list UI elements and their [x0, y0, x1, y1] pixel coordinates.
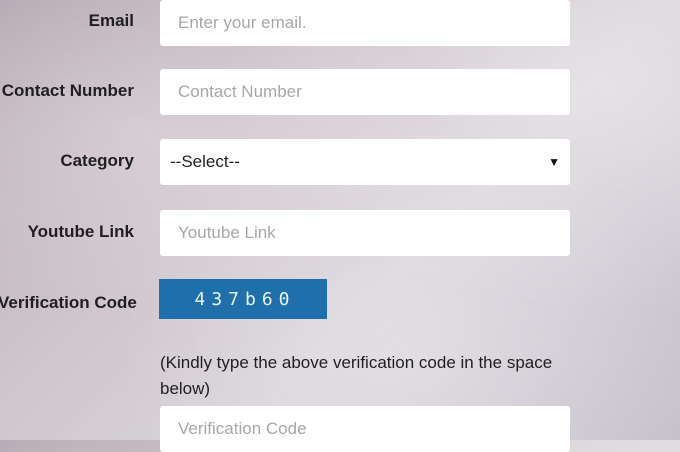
- email-field[interactable]: [160, 0, 570, 46]
- verification-instructions: (Kindly type the above verification code…: [160, 353, 553, 398]
- contact-number-field[interactable]: [160, 69, 570, 115]
- youtube-link-field[interactable]: [160, 210, 570, 256]
- email-label: Email: [88, 11, 134, 30]
- verification-code-field[interactable]: [160, 406, 570, 452]
- category-label: Category: [60, 151, 134, 170]
- category-selected-value: --Select--: [170, 152, 240, 171]
- verification-code-label: Verification Code: [0, 293, 137, 312]
- contact-number-label: Contact Number: [1, 81, 134, 100]
- caret-down-icon: ▼: [548, 155, 560, 169]
- captcha-image: 437b60: [159, 279, 327, 319]
- registration-form: Email Contact Number Category --Select--…: [0, 0, 680, 452]
- category-select[interactable]: --Select-- ▼: [160, 139, 570, 185]
- youtube-link-label: Youtube Link: [27, 222, 134, 241]
